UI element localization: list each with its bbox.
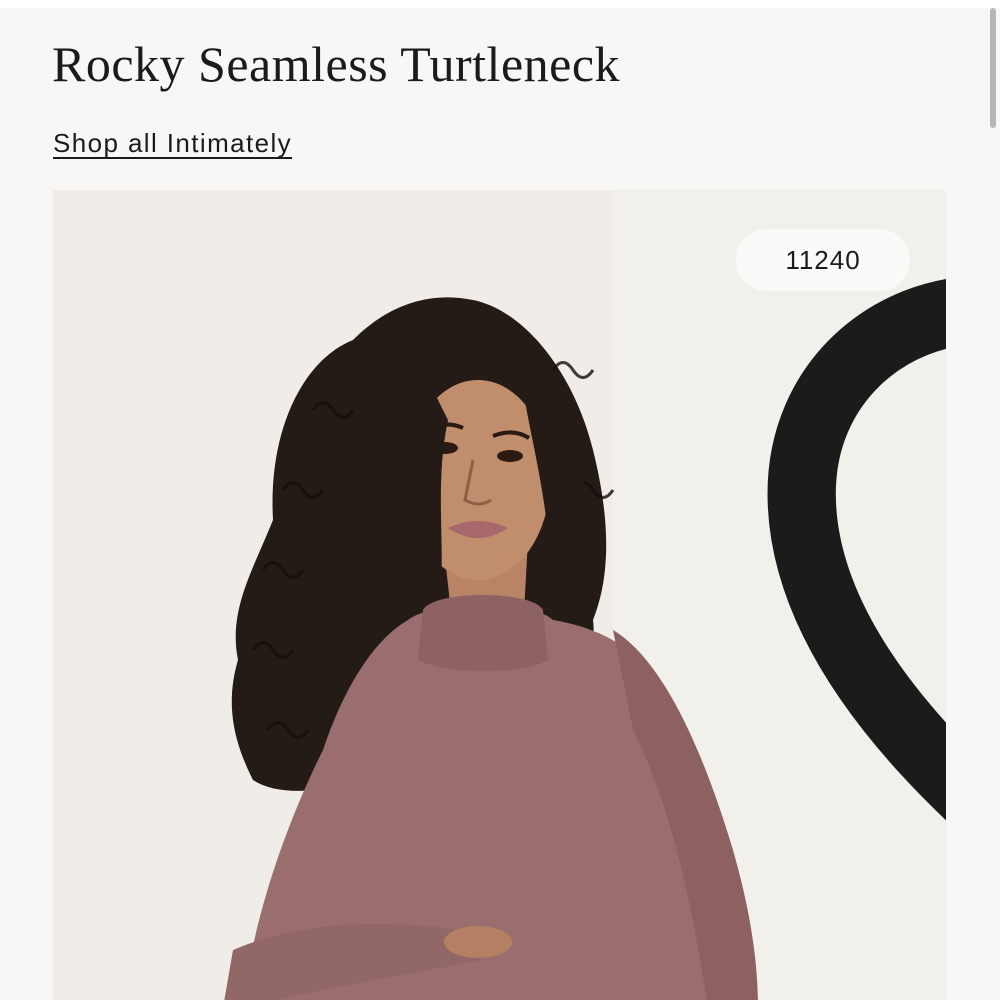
product-image[interactable]: 11240 [53, 190, 946, 1000]
shop-all-link[interactable]: Shop all Intimately [53, 128, 292, 159]
product-page: Rocky Seamless Turtleneck Shop all Intim… [0, 0, 1000, 1000]
product-title: Rocky Seamless Turtleneck [52, 36, 621, 92]
heart-outline-icon [767, 279, 946, 821]
like-button[interactable]: 11240 [736, 229, 946, 821]
scrollbar[interactable] [990, 8, 996, 128]
